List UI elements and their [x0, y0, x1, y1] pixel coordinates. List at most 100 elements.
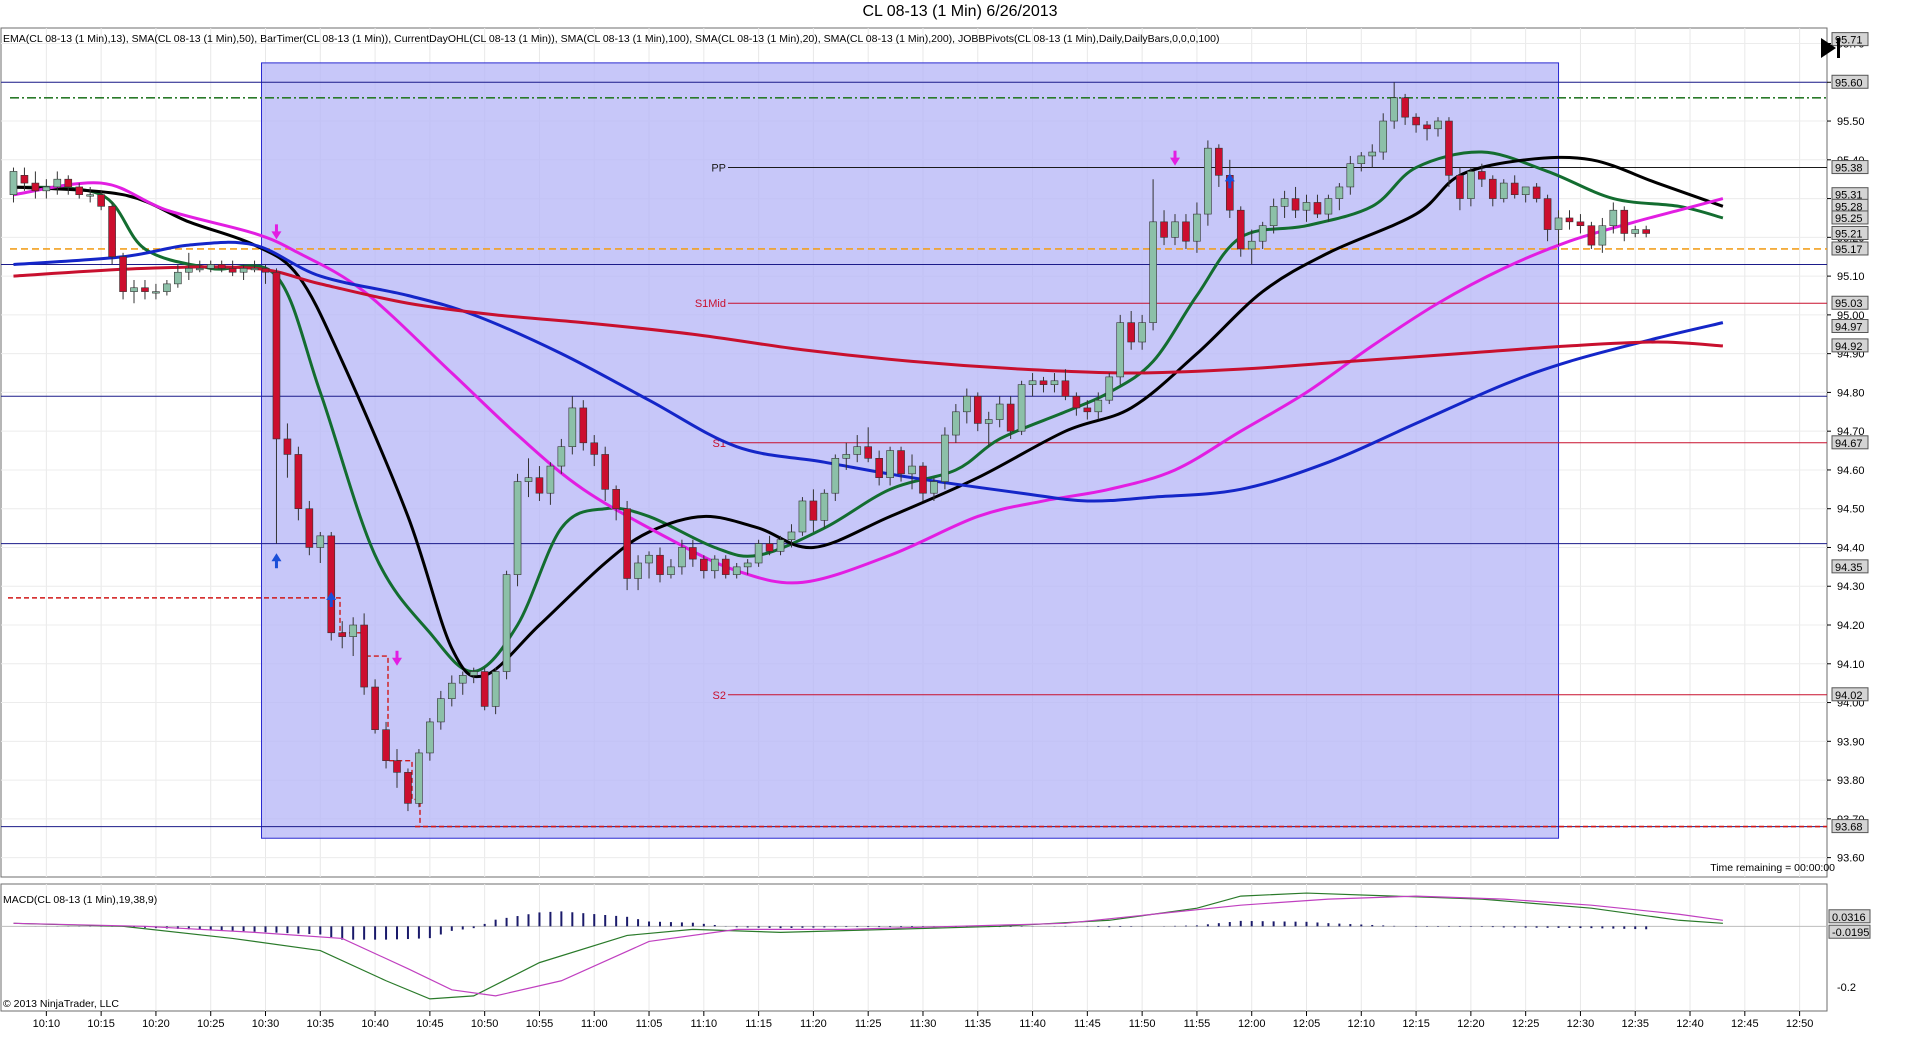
highlight-box	[261, 62, 1560, 839]
candle-body	[897, 450, 905, 475]
candle-body	[491, 671, 500, 707]
candle-body	[31, 182, 40, 192]
candle-body	[371, 686, 379, 730]
price-marker-label: 95.60	[1835, 77, 1863, 89]
candle-body	[437, 698, 445, 723]
y-tick-label: 94.80	[1837, 387, 1865, 399]
price-marker-label: 95.38	[1835, 163, 1863, 175]
candle-body	[404, 772, 412, 804]
candle-body	[700, 558, 708, 572]
candle-body	[382, 729, 390, 761]
candle-body	[721, 558, 730, 575]
candle-body	[842, 454, 851, 459]
candle-body	[1521, 186, 1530, 195]
candle-body	[1028, 380, 1037, 385]
x-tick-label: 10:45	[416, 1018, 444, 1030]
price-marker-label: 93.68	[1835, 822, 1863, 834]
candle-body	[1160, 221, 1168, 238]
candle-body	[1269, 206, 1278, 227]
x-tick-label: 11:00	[581, 1018, 608, 1030]
price-marker: 94.92	[1831, 338, 1869, 353]
x-tick-label: 11:15	[745, 1018, 772, 1030]
candle-body	[360, 624, 368, 688]
candle-body	[1182, 221, 1190, 242]
x-tick-label: 11:45	[1074, 1018, 1101, 1030]
price-marker-label: 94.02	[1835, 690, 1863, 702]
candle-body	[820, 492, 829, 521]
price-marker: 94.67	[1831, 435, 1869, 450]
time-remaining-text: Time remaining = 00:00:00	[1710, 862, 1835, 874]
candle-body	[689, 547, 697, 560]
candle-body	[1587, 225, 1596, 246]
candle-body	[1368, 151, 1377, 157]
candle	[371, 679, 379, 734]
candle-body	[1313, 202, 1322, 215]
candle-body	[1335, 186, 1344, 199]
x-tick-label: 10:10	[33, 1018, 61, 1030]
x-tick-label: 11:05	[636, 1018, 663, 1030]
time-axis: 10:10 10:15 10:20 10:25 10:30 10:35 10:40 10:45…	[33, 1011, 1813, 1030]
candle-body	[426, 721, 434, 754]
candle-body	[119, 256, 127, 292]
chart-canvas[interactable]: PPS1MidS1S2 95.7095.6095.5095.4095.3095.…	[0, 0, 1920, 1055]
x-tick-label: 11:40	[1019, 1018, 1046, 1030]
candle-body	[886, 450, 894, 478]
candle-body	[1510, 182, 1519, 195]
candle-body	[228, 268, 237, 273]
candle-body	[776, 539, 785, 552]
x-tick-label: 12:05	[1293, 1018, 1321, 1030]
x-tick-label: 11:20	[800, 1018, 827, 1030]
candle-body	[590, 442, 599, 455]
candle-body	[678, 547, 686, 568]
candle-body	[305, 508, 314, 548]
candle-body	[1423, 124, 1431, 130]
candle-body	[623, 508, 631, 579]
candle	[1105, 373, 1114, 405]
x-tick-label: 11:10	[690, 1018, 717, 1030]
y-tick-label: 94.50	[1837, 504, 1865, 516]
go-to-end-icon[interactable]	[1821, 38, 1840, 58]
candle-body	[1543, 198, 1552, 230]
candle-body	[64, 178, 73, 188]
candle-body	[1554, 217, 1563, 230]
y-tick-label: 94.30	[1837, 581, 1865, 593]
candle-body	[1116, 322, 1125, 378]
x-tick-label: 10:30	[252, 1018, 280, 1030]
candle-body	[656, 554, 664, 575]
y-tick-label: 94.10	[1837, 659, 1865, 671]
x-tick-label: 11:25	[855, 1018, 882, 1030]
candle-body	[458, 675, 467, 684]
candle-body	[524, 477, 533, 482]
candle	[1236, 206, 1245, 257]
candle-body	[130, 287, 138, 292]
candle-body	[261, 268, 270, 273]
candle-body	[1094, 399, 1103, 413]
x-tick-label: 12:00	[1238, 1018, 1266, 1030]
candle-body	[908, 465, 916, 475]
macd-value-marker: -0.0195	[1828, 924, 1871, 939]
candle-body	[1390, 97, 1398, 122]
candle-body	[546, 465, 555, 494]
y-tick-label: 94.60	[1837, 465, 1865, 477]
candle-body	[667, 566, 675, 575]
x-tick-label: 10:50	[471, 1018, 499, 1030]
x-tick-label: 12:10	[1348, 1018, 1376, 1030]
x-tick-label: 10:40	[361, 1018, 389, 1030]
macd-y-tick-label: -0.2	[1837, 982, 1856, 994]
price-marker: 95.03	[1831, 295, 1869, 310]
candle-body	[612, 489, 620, 510]
candle	[415, 749, 423, 808]
x-tick-label: 10:15	[87, 1018, 115, 1030]
candle-body	[1467, 171, 1475, 199]
candle-body	[283, 438, 292, 455]
candle-body	[502, 574, 511, 672]
candle-body	[535, 477, 544, 494]
candle-body	[1401, 97, 1409, 118]
candle-body	[1598, 225, 1607, 246]
candle-body	[864, 446, 872, 459]
candle-body	[174, 271, 182, 285]
candle	[754, 539, 763, 567]
y-tick-label: 94.20	[1837, 620, 1865, 632]
price-marker-label: 94.35	[1835, 562, 1863, 574]
candle-body	[1631, 229, 1640, 234]
